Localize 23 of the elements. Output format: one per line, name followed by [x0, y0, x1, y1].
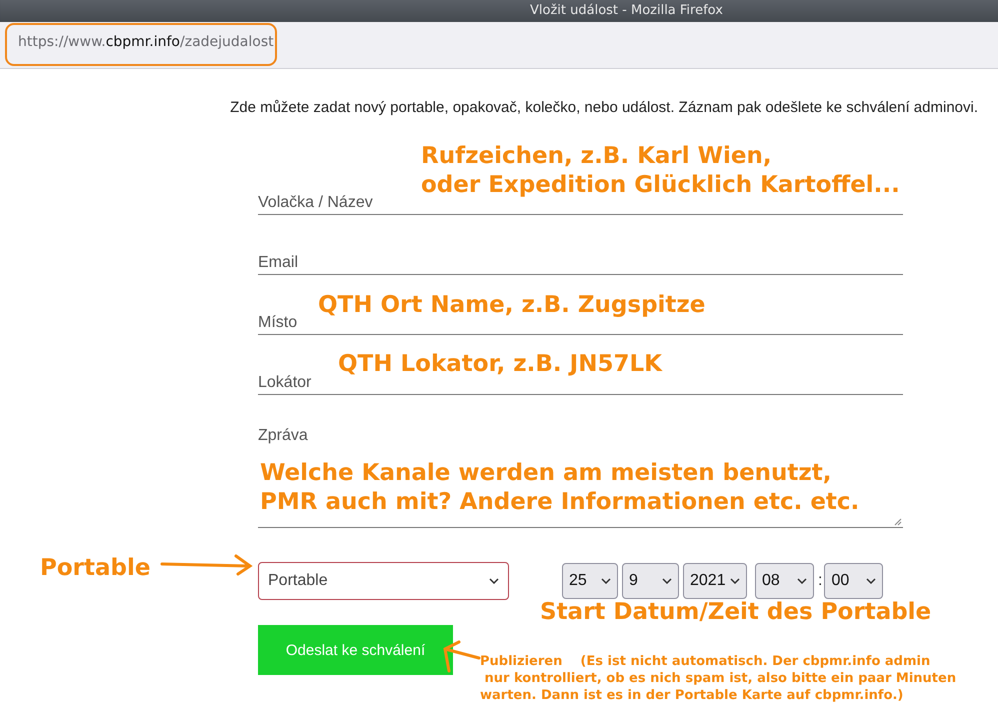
- intro-text: Zde můžete zadat nový portable, opakovač, kolečko, nebo událost. Záznam pak odešlete ke schválení adminovi.: [230, 99, 978, 116]
- date-select[interactable]: 9: [622, 563, 679, 599]
- annotation-text: Start Datum/Zeit des Portable: [540, 598, 932, 627]
- date-select[interactable]: 2021: [683, 563, 747, 599]
- date-select[interactable]: 25: [562, 563, 618, 599]
- field-label: Zpráva: [258, 427, 309, 446]
- annotation-text: Publizieren (Es ist nicht automatisch. Der cbpmr.info admin nur kontrolliert, ob es nich spam ist, also bitte ein paar Minuten warten. Dann ist es in der Portable Karte auf cbpmr.info.): [480, 653, 956, 704]
- type-select[interactable]: Portable: [258, 562, 509, 600]
- time-separator: :: [818, 572, 822, 590]
- resize-grip-icon[interactable]: [893, 517, 902, 526]
- chevron-icon: [797, 578, 807, 584]
- chevron-icon: [489, 578, 499, 584]
- window-title: Vložit událost - Mozilla Firefox: [529, 2, 724, 20]
- time-select[interactable]: 08: [755, 563, 814, 599]
- url-field[interactable]: https://www.cbpmr.info/zadejudalost: [18, 34, 274, 50]
- input-field[interactable]: Email: [258, 245, 903, 275]
- arrow-drawing: [441, 640, 481, 674]
- annotation-text: Portable: [40, 554, 150, 583]
- time-select[interactable]: 00: [824, 563, 884, 599]
- chevron-icon: [730, 578, 740, 584]
- chevron-icon: [662, 578, 672, 584]
- chevron-icon: [601, 578, 611, 584]
- chevron-icon: [866, 578, 876, 584]
